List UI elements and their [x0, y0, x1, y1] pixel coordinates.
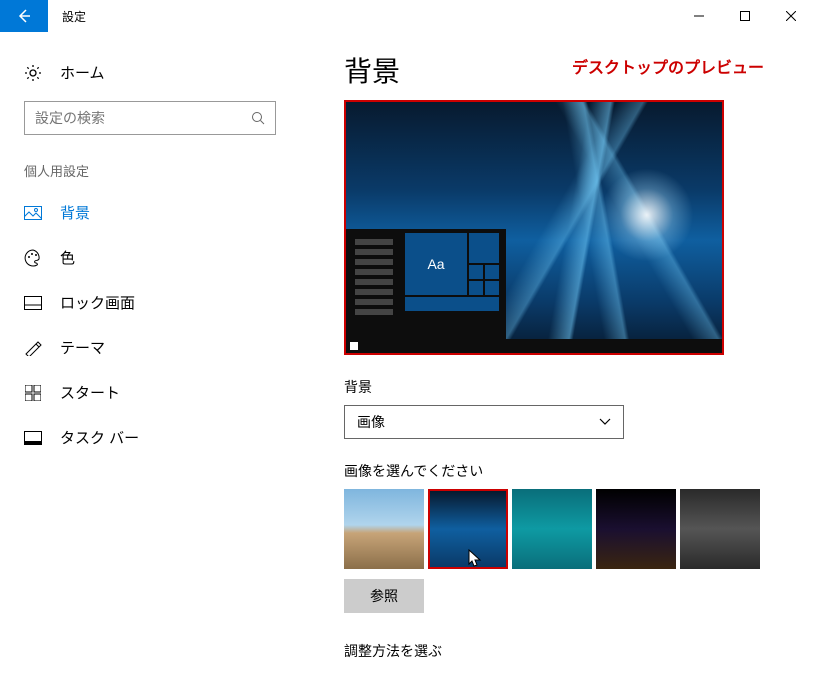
minimize-button[interactable] — [676, 0, 722, 32]
background-type-dropdown[interactable]: 画像 — [344, 405, 624, 439]
background-label: 背景 — [344, 377, 790, 397]
chevron-down-icon — [599, 418, 611, 426]
sidebar-item-label: テーマ — [60, 337, 105, 358]
sidebar: ホーム 個人用設定 背景 色 ロック画面 テーマ スタート — [0, 32, 300, 674]
sidebar-item-taskbar[interactable]: タスク バー — [0, 415, 300, 460]
choose-picture-label: 画像を選んでください — [344, 461, 790, 481]
close-icon — [786, 11, 796, 21]
preview-start-menu: Aa — [346, 229, 506, 339]
minimize-icon — [694, 11, 704, 21]
sidebar-item-start[interactable]: スタート — [0, 370, 300, 415]
palette-icon — [24, 249, 42, 267]
lockscreen-icon — [24, 294, 42, 312]
browse-label: 参照 — [370, 586, 398, 606]
preview-annotation: デスクトップのプレビュー — [572, 54, 764, 78]
preview-taskbar — [346, 339, 722, 353]
maximize-button[interactable] — [722, 0, 768, 32]
wallpaper-thumbnail-selected[interactable] — [428, 489, 508, 569]
search-input[interactable] — [24, 101, 276, 135]
search-icon — [251, 111, 265, 125]
back-button[interactable] — [0, 0, 48, 32]
sidebar-item-background[interactable]: 背景 — [0, 190, 300, 235]
arrow-left-icon — [16, 8, 32, 24]
maximize-icon — [740, 11, 750, 21]
sidebar-item-label: 色 — [60, 247, 75, 268]
title-bar: 設定 — [0, 0, 814, 32]
taskbar-icon — [24, 429, 42, 447]
sidebar-item-lockscreen[interactable]: ロック画面 — [0, 280, 300, 325]
fit-label: 調整方法を選ぶ — [344, 641, 790, 661]
dropdown-value: 画像 — [357, 412, 385, 432]
sidebar-item-themes[interactable]: テーマ — [0, 325, 300, 370]
window-controls — [676, 0, 814, 32]
search-field[interactable] — [35, 110, 251, 126]
wallpaper-thumbnail[interactable] — [344, 489, 424, 569]
wallpaper-thumbnail[interactable] — [680, 489, 760, 569]
sidebar-home-label: ホーム — [60, 62, 105, 83]
sidebar-home[interactable]: ホーム — [0, 54, 300, 101]
start-icon — [24, 384, 42, 402]
sidebar-item-label: スタート — [60, 382, 120, 403]
preview-tile-sample: Aa — [405, 233, 467, 295]
sidebar-item-label: ロック画面 — [60, 292, 135, 313]
desktop-preview: Aa — [344, 100, 724, 355]
wallpaper-thumbnail[interactable] — [596, 489, 676, 569]
wallpaper-thumbnail[interactable] — [512, 489, 592, 569]
picture-thumbnails — [344, 489, 790, 569]
sidebar-item-label: タスク バー — [60, 427, 139, 448]
picture-icon — [24, 204, 42, 222]
window-title: 設定 — [62, 8, 86, 25]
close-button[interactable] — [768, 0, 814, 32]
themes-icon — [24, 339, 42, 357]
sidebar-item-label: 背景 — [60, 202, 90, 223]
cursor-icon — [468, 549, 484, 569]
gear-icon — [24, 64, 42, 82]
browse-button[interactable]: 参照 — [344, 579, 424, 613]
main-content: 背景 デスクトップのプレビュー Aa 背景 画像 画像を選んでください — [300, 32, 814, 674]
sidebar-item-colors[interactable]: 色 — [0, 235, 300, 280]
sidebar-section-label: 個人用設定 — [0, 161, 300, 190]
